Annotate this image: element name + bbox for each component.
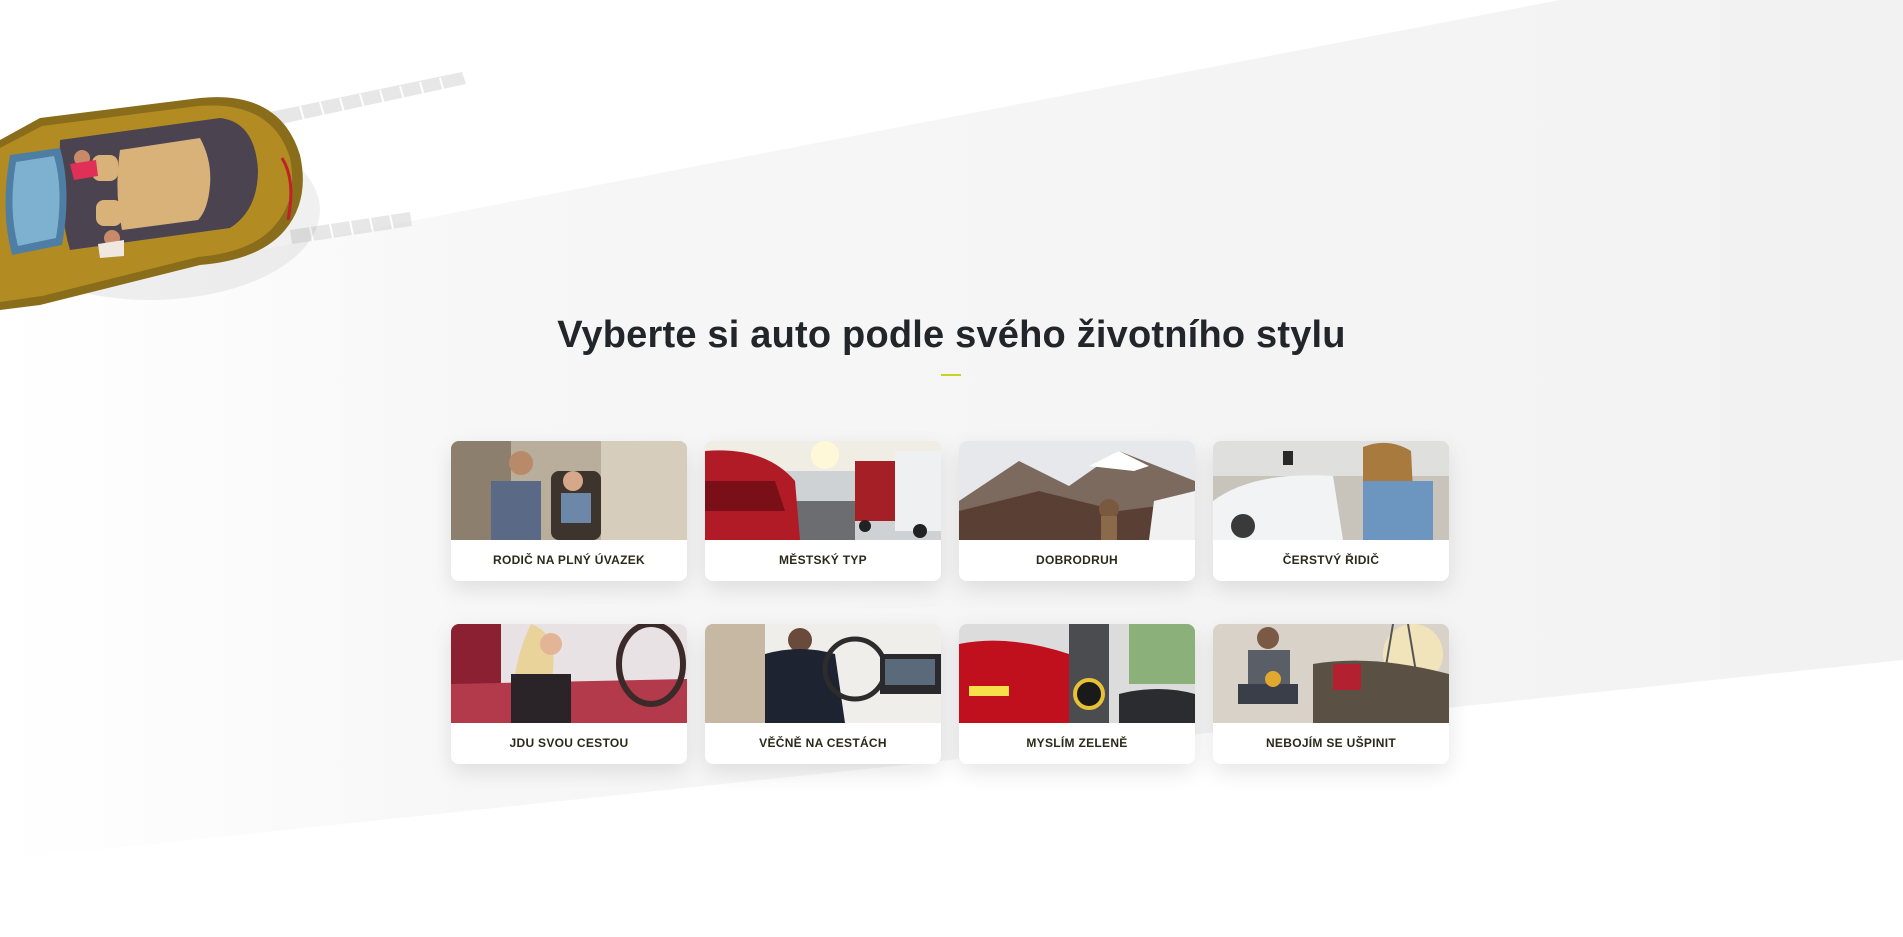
lifestyle-card-own-way[interactable]: JDU SVOU CESTOU bbox=[451, 624, 687, 764]
lifestyle-card-grid: RODIČ NA PLNÝ ÚVAZEK MĚSTSKÝ TYP DOBRODR… bbox=[451, 441, 1451, 764]
title-underline-accent bbox=[941, 374, 961, 376]
lifestyle-card-label: RODIČ NA PLNÝ ÚVAZEK bbox=[492, 553, 645, 567]
lifestyle-card-label: JDU SVOU CESTOU bbox=[509, 736, 629, 750]
lifestyle-card-new-driver[interactable]: ČERSTVÝ ŘIDIČ bbox=[1213, 441, 1449, 581]
lifestyle-card-label: ČERSTVÝ ŘIDIČ bbox=[1282, 553, 1380, 567]
worker-with-pickup-truck-photo bbox=[1213, 624, 1449, 723]
lifestyle-card-parent[interactable]: RODIČ NA PLNÝ ÚVAZEK bbox=[451, 441, 687, 581]
man-driving-interior-photo bbox=[705, 624, 941, 723]
lifestyle-card-label: DOBRODRUH bbox=[1035, 553, 1119, 567]
electric-car-charging-photo bbox=[959, 624, 1195, 723]
lifestyle-card-label: MYSLÍM ZELENĚ bbox=[1026, 736, 1128, 750]
lifestyle-card-not-afraid-dirty[interactable]: NEBOJÍM SE UŠPINIT bbox=[1213, 624, 1449, 764]
lifestyle-card-always-on-road[interactable]: VĚČNĚ NA CESTÁCH bbox=[705, 624, 941, 764]
young-driver-with-keys-photo bbox=[1213, 441, 1449, 540]
lifestyle-card-think-green[interactable]: MYSLÍM ZELENĚ bbox=[959, 624, 1195, 764]
lifestyle-card-label: NEBOJÍM SE UŠPINIT bbox=[1265, 736, 1397, 750]
woman-driving-photo bbox=[451, 624, 687, 723]
mountain-adventure-photo bbox=[959, 441, 1195, 540]
lifestyle-card-label: MĚSTSKÝ TYP bbox=[779, 553, 867, 567]
lifestyle-card-city[interactable]: MĚSTSKÝ TYP bbox=[705, 441, 941, 581]
parent-with-child-car-seat-photo bbox=[451, 441, 687, 540]
city-traffic-cars-photo bbox=[705, 441, 941, 540]
lifestyle-card-label: VĚČNĚ NA CESTÁCH bbox=[759, 736, 887, 750]
lifestyle-card-adventurer[interactable]: DOBRODRUH bbox=[959, 441, 1195, 581]
section-title: Vyberte si auto podle svého životního st… bbox=[557, 314, 1346, 356]
hero-convertible-car-image bbox=[0, 72, 466, 310]
